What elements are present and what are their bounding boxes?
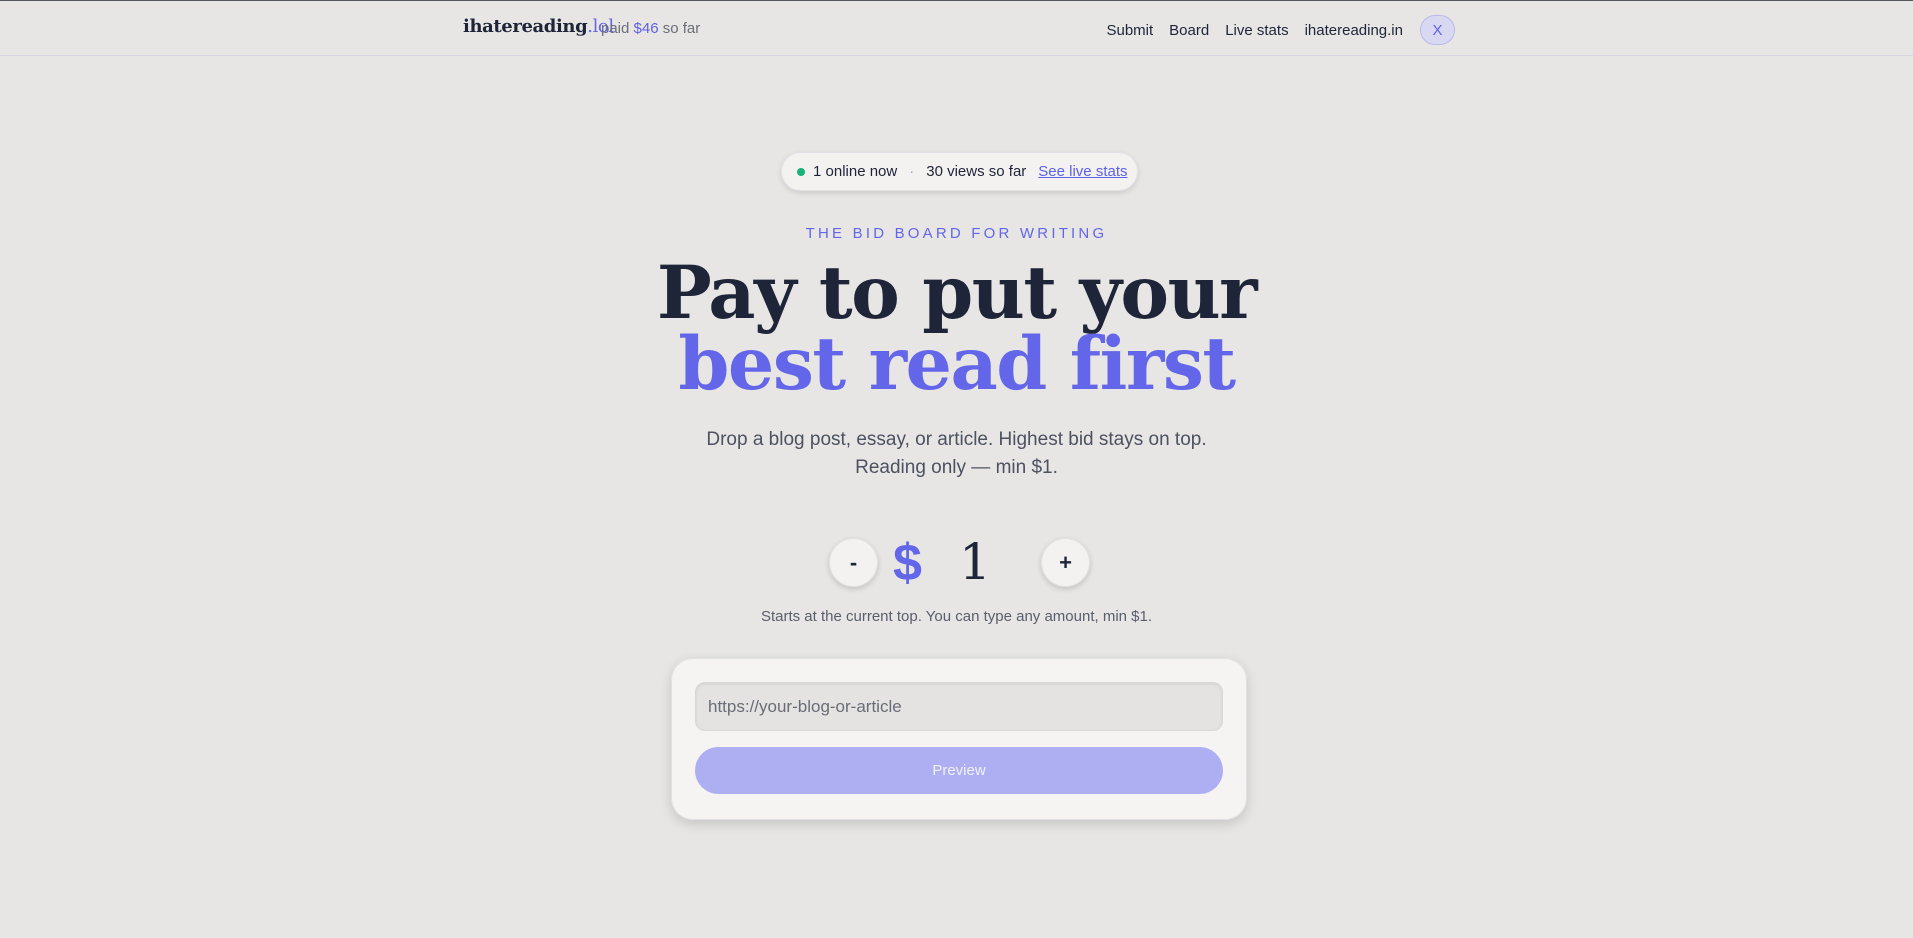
x-social-button[interactable]: X xyxy=(1420,15,1455,45)
brand-name: ihatereading xyxy=(463,16,588,37)
paid-amount: $46 xyxy=(633,20,659,37)
hero-subtitle-line2: Reading only — min $1. xyxy=(855,457,1058,478)
currency-symbol: $ xyxy=(893,534,922,592)
view-count: 30 views so far xyxy=(926,163,1027,180)
online-indicator-icon xyxy=(797,167,805,176)
main-nav: Submit Board Live stats ihatereading.in … xyxy=(1106,15,1455,45)
live-stats-pill: 1 online now · 30 views so far See live … xyxy=(781,152,1138,191)
stats-separator: · xyxy=(909,163,915,180)
brand-logo[interactable]: ihatereading.lol xyxy=(463,16,614,37)
hero-title-line2: best read first xyxy=(678,321,1236,407)
bid-hint: Starts at the current top. You can type … xyxy=(760,608,1153,625)
paid-suffix: so far xyxy=(662,20,701,37)
hero-eyebrow: THE BID BOARD FOR WRITING xyxy=(805,225,1108,242)
nav-live-stats[interactable]: Live stats xyxy=(1225,22,1288,39)
hero-title-line1: Pay to put your xyxy=(656,250,1258,336)
see-live-stats-link[interactable]: See live stats xyxy=(1038,163,1127,180)
top-bar: ihatereading.lol paid $46 so far Submit … xyxy=(0,1,1913,56)
increase-bid-button[interactable]: + xyxy=(1041,538,1090,587)
hero-subtitle-line1: Drop a blog post, essay, or article. Hig… xyxy=(706,429,1207,450)
article-url-input[interactable] xyxy=(695,682,1223,731)
preview-button[interactable]: Preview xyxy=(695,747,1223,794)
bid-amount-input[interactable] xyxy=(945,531,1005,593)
nav-ihatereading-in[interactable]: ihatereading.in xyxy=(1305,22,1403,39)
paid-total: paid $46 so far xyxy=(601,20,700,37)
nav-board[interactable]: Board xyxy=(1169,22,1209,39)
decrease-bid-button[interactable]: - xyxy=(829,538,878,587)
nav-submit[interactable]: Submit xyxy=(1106,22,1153,39)
online-count: 1 online now xyxy=(813,163,898,180)
paid-prefix: paid xyxy=(601,20,630,37)
submit-card: Preview xyxy=(671,658,1247,820)
